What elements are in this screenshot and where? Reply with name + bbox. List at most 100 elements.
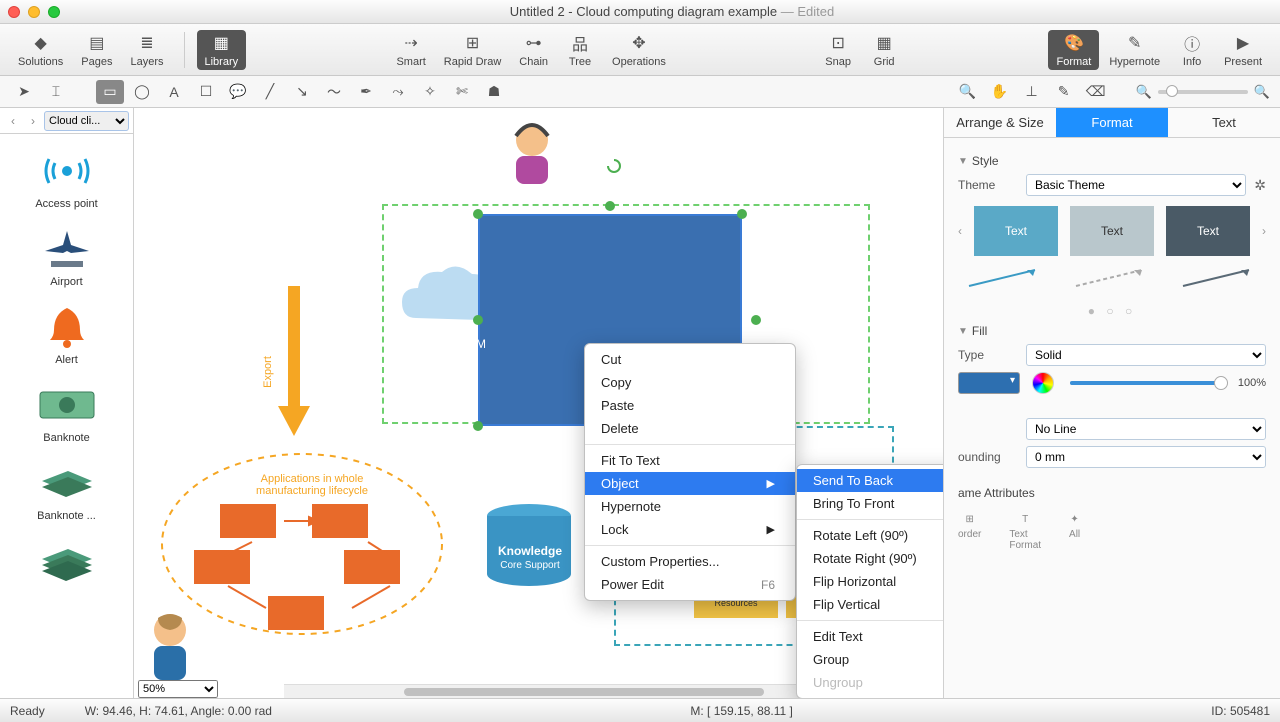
- rapid-draw-button[interactable]: ⊞Rapid Draw: [436, 30, 509, 70]
- maximize-window-button[interactable]: [48, 6, 60, 18]
- library-back-button[interactable]: ‹: [4, 112, 22, 130]
- pager-dots[interactable]: ● ○ ○: [958, 304, 1266, 318]
- style-section-header[interactable]: Style: [958, 154, 1266, 168]
- shape-alert[interactable]: Alert: [0, 296, 133, 374]
- attr-text-format-button[interactable]: TText Format: [1009, 514, 1041, 551]
- ellipse-tool[interactable]: ◯: [128, 80, 156, 104]
- menu-delete[interactable]: Delete: [585, 417, 795, 440]
- shape-banknote-pile[interactable]: [0, 530, 133, 592]
- shape-airport[interactable]: Airport: [0, 218, 133, 296]
- menu-object[interactable]: Object▶: [585, 472, 795, 495]
- fill-color-swatch[interactable]: [958, 372, 1020, 394]
- menu-hypernote[interactable]: Hypernote: [585, 495, 795, 518]
- close-window-button[interactable]: [8, 6, 20, 18]
- canvas[interactable]: Export M Applications in whole manufactu…: [134, 108, 944, 698]
- eyedropper-tool[interactable]: ✎: [1050, 80, 1078, 104]
- shape-banknote-stack[interactable]: Banknote ...: [0, 452, 133, 530]
- format-panel-button[interactable]: 🎨Format: [1048, 30, 1099, 70]
- callout-tool[interactable]: 💬: [224, 80, 252, 104]
- arrow-tool[interactable]: ↘: [288, 80, 316, 104]
- handle-nw[interactable]: [473, 209, 483, 219]
- info-button[interactable]: ⓘInfo: [1170, 30, 1214, 70]
- text-frame-tool[interactable]: ⌶: [42, 80, 70, 104]
- menu-copy[interactable]: Copy: [585, 371, 795, 394]
- layers-button[interactable]: ≣Layers: [122, 30, 171, 70]
- canvas-zoom-select[interactable]: 50%: [138, 680, 278, 698]
- theme-swatch-2[interactable]: Text: [1070, 206, 1154, 256]
- connector-tool[interactable]: ⤳: [384, 80, 412, 104]
- menu-cut[interactable]: Cut: [585, 348, 795, 371]
- operations-button[interactable]: ✥Operations: [604, 30, 674, 70]
- theme-settings-icon[interactable]: ✲: [1254, 177, 1266, 194]
- present-button[interactable]: ▶Present: [1216, 30, 1270, 70]
- menu-paste[interactable]: Paste: [585, 394, 795, 417]
- rectangle-tool[interactable]: ▭: [96, 80, 124, 104]
- pen-tool[interactable]: ✒: [352, 80, 380, 104]
- chain-button[interactable]: ⊶Chain: [511, 30, 556, 70]
- arrow-style-1[interactable]: [965, 266, 1045, 290]
- theme-prev-button[interactable]: ‹: [958, 224, 962, 238]
- menu-custom-properties[interactable]: Custom Properties...: [585, 550, 795, 573]
- zoom-in-icon[interactable]: 🔍: [1254, 84, 1270, 100]
- library-button[interactable]: ▦Library: [197, 30, 247, 70]
- smart-button[interactable]: ⇢Smart: [388, 30, 433, 70]
- grid-button[interactable]: ▦Grid: [862, 30, 906, 70]
- snap-button[interactable]: ⊡Snap: [816, 30, 860, 70]
- handle-ne[interactable]: [737, 209, 747, 219]
- arrow-style-2[interactable]: [1072, 266, 1152, 290]
- zoom-tool[interactable]: 🔍: [954, 80, 982, 104]
- theme-select[interactable]: Basic Theme: [1026, 174, 1246, 196]
- arrow-style-3[interactable]: [1179, 266, 1259, 290]
- pages-button[interactable]: ▤Pages: [73, 30, 120, 70]
- menu-lock[interactable]: Lock▶: [585, 518, 795, 541]
- handle-n[interactable]: [605, 201, 615, 211]
- tab-format[interactable]: Format: [1056, 108, 1168, 137]
- tree-button[interactable]: 品Tree: [558, 30, 602, 70]
- menu-power-edit[interactable]: Power EditF6: [585, 573, 795, 596]
- curve-tool[interactable]: 〜: [320, 80, 348, 104]
- theme-swatch-1[interactable]: Text: [974, 206, 1058, 256]
- eraser-tool[interactable]: ⌫: [1082, 80, 1110, 104]
- hand-tool[interactable]: ✋: [986, 80, 1014, 104]
- attr-all-button[interactable]: ✦All: [1069, 514, 1080, 551]
- opacity-slider[interactable]: [1070, 381, 1222, 385]
- menu-group[interactable]: Group⌘G: [797, 648, 944, 671]
- library-selector[interactable]: Cloud cli...: [44, 111, 129, 131]
- line-tool[interactable]: ╱: [256, 80, 284, 104]
- color-wheel-button[interactable]: [1032, 372, 1054, 394]
- handle-w[interactable]: [473, 315, 483, 325]
- menu-rotate-left[interactable]: Rotate Left (90º)⌘L: [797, 524, 944, 547]
- attr-order-button[interactable]: ⊞order: [958, 514, 981, 551]
- minimize-window-button[interactable]: [28, 6, 40, 18]
- menu-fit-to-text[interactable]: Fit To Text: [585, 449, 795, 472]
- menu-send-to-back[interactable]: Send To Back⌥⌘B: [797, 469, 944, 492]
- menu-rotate-right[interactable]: Rotate Right (90º)⌘R: [797, 547, 944, 570]
- handle-sw[interactable]: [473, 421, 483, 431]
- pointer-tool[interactable]: ➤: [10, 80, 38, 104]
- solutions-button[interactable]: ◆Solutions: [10, 30, 71, 70]
- shape-access-point[interactable]: Access point: [0, 140, 133, 218]
- zoom-slider[interactable]: 🔍 🔍: [1136, 84, 1270, 100]
- fill-section-header[interactable]: Fill: [958, 324, 1266, 338]
- menu-flip-horizontal[interactable]: Flip Horizontal: [797, 570, 944, 593]
- zoom-out-icon[interactable]: 🔍: [1136, 84, 1152, 100]
- scissors-tool[interactable]: ✄: [448, 80, 476, 104]
- shape-banknote[interactable]: Banknote: [0, 374, 133, 452]
- text-tool[interactable]: A: [160, 80, 188, 104]
- tab-arrange[interactable]: Arrange & Size: [944, 108, 1056, 137]
- rounding-select[interactable]: 0 mm: [1026, 446, 1266, 468]
- theme-next-button[interactable]: ›: [1262, 224, 1266, 238]
- menu-edit-text[interactable]: Edit TextF5: [797, 625, 944, 648]
- line-style-select[interactable]: No Line: [1026, 418, 1266, 440]
- fill-type-select[interactable]: Solid: [1026, 344, 1266, 366]
- theme-swatch-3[interactable]: Text: [1166, 206, 1250, 256]
- menu-bring-to-front[interactable]: Bring To Front⌥⌘F: [797, 492, 944, 515]
- bezier-tool[interactable]: ✧: [416, 80, 444, 104]
- textbox-tool[interactable]: ☐: [192, 80, 220, 104]
- library-forward-button[interactable]: ›: [24, 112, 42, 130]
- handle-e[interactable]: [751, 315, 761, 325]
- menu-flip-vertical[interactable]: Flip Vertical⌥⌘J: [797, 593, 944, 616]
- hypernote-button[interactable]: ✎Hypernote: [1101, 30, 1168, 70]
- stamp-tool[interactable]: ⊥: [1018, 80, 1046, 104]
- tab-text[interactable]: Text: [1168, 108, 1280, 137]
